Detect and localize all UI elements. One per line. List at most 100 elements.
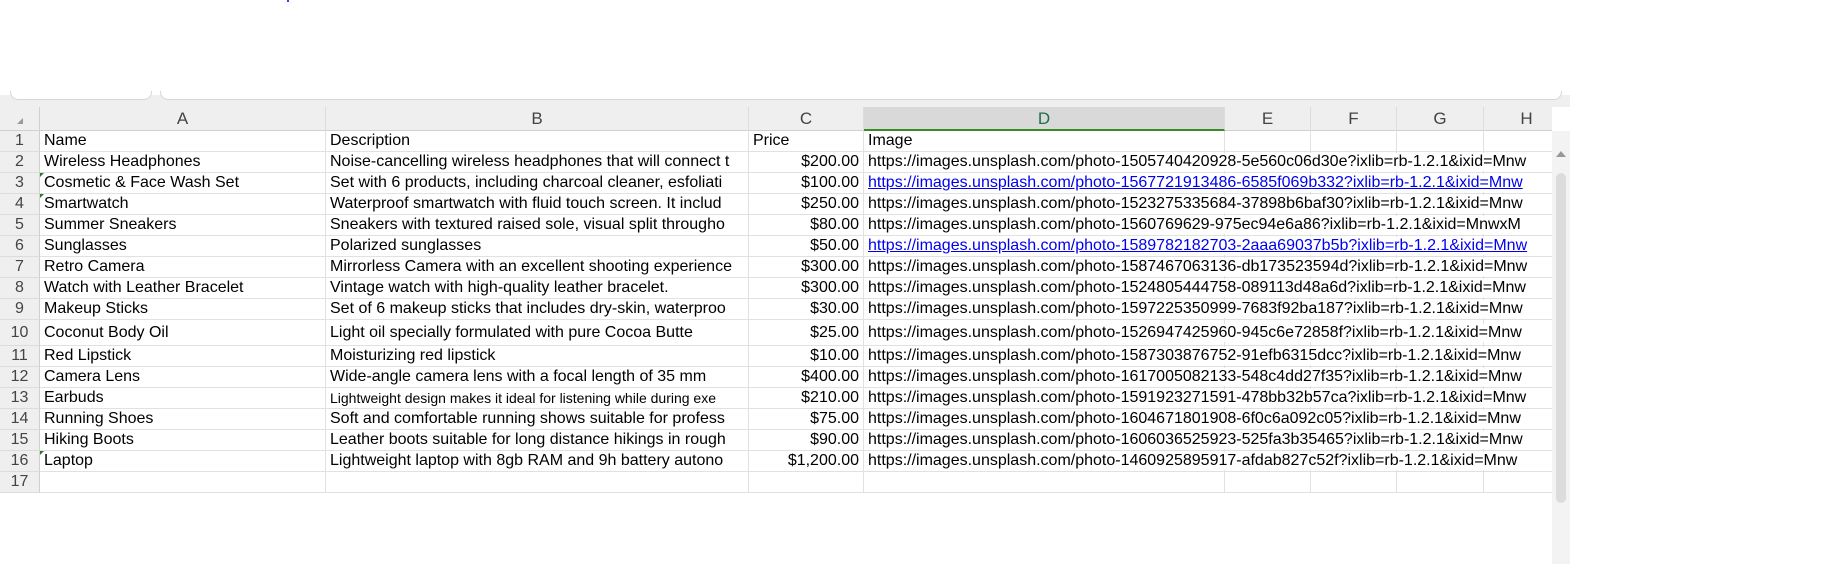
- cell-image[interactable]: https://images.unsplash.com/photo-152327…: [864, 194, 1523, 215]
- row-header[interactable]: 13: [0, 388, 40, 409]
- column-header-f[interactable]: F: [1311, 107, 1397, 131]
- cell-price[interactable]: $400.00: [749, 367, 864, 388]
- cell-price[interactable]: $100.00: [749, 173, 864, 194]
- image-text[interactable]: https://images.unsplash.com/photo-158978…: [868, 237, 1528, 255]
- cell-image[interactable]: https://images.unsplash.com/photo-159722…: [864, 299, 1523, 320]
- column-header-a[interactable]: A: [40, 107, 326, 131]
- cell-name[interactable]: Red Lipstick: [40, 346, 326, 367]
- cell-description[interactable]: Soft and comfortable running shows suita…: [326, 409, 749, 430]
- cell-name[interactable]: Sunglasses: [40, 236, 326, 257]
- cell-image[interactable]: [864, 472, 1225, 493]
- cell-name[interactable]: Earbuds: [40, 388, 326, 409]
- cell-name[interactable]: Watch with Leather Bracelet: [40, 278, 326, 299]
- cell-name[interactable]: Summer Sneakers: [40, 215, 326, 236]
- cell-description[interactable]: Lightweight laptop with 8gb RAM and 9h b…: [326, 451, 749, 472]
- cell-description[interactable]: [326, 472, 749, 493]
- select-all-button[interactable]: [0, 107, 40, 131]
- cell-image[interactable]: https://images.unsplash.com/photo-158978…: [864, 236, 1528, 257]
- cell-price[interactable]: $1,200.00: [749, 451, 864, 472]
- cell-description[interactable]: Noise-cancelling wireless headphones tha…: [326, 152, 749, 173]
- cell-name[interactable]: Makeup Sticks: [40, 299, 326, 320]
- row-header[interactable]: 11: [0, 346, 40, 367]
- cell-description[interactable]: Mirrorless Camera with an excellent shoo…: [326, 257, 749, 278]
- cell-image[interactable]: https://images.unsplash.com/photo-156772…: [864, 173, 1523, 194]
- cell-empty[interactable]: [1225, 472, 1311, 493]
- cell-description[interactable]: Vintage watch with high-quality leather …: [326, 278, 749, 299]
- cell-description[interactable]: Waterproof smartwatch with fluid touch s…: [326, 194, 749, 215]
- cell-price[interactable]: [749, 472, 864, 493]
- cell-name[interactable]: Wireless Headphones: [40, 152, 326, 173]
- cell-empty[interactable]: [1484, 131, 1552, 152]
- cell-image[interactable]: https://images.unsplash.com/photo-146092…: [864, 451, 1518, 472]
- cell-price[interactable]: Price: [749, 131, 864, 152]
- column-header-e[interactable]: E: [1225, 107, 1311, 131]
- row-header[interactable]: 4: [0, 194, 40, 215]
- column-header-c[interactable]: C: [749, 107, 864, 131]
- cell-image[interactable]: https://images.unsplash.com/photo-158746…: [864, 257, 1528, 278]
- cell-image[interactable]: https://images.unsplash.com/photo-158730…: [864, 346, 1521, 367]
- scroll-up-icon[interactable]: [1556, 151, 1566, 157]
- row-header[interactable]: 17: [0, 472, 40, 493]
- column-header-d[interactable]: D: [864, 107, 1225, 131]
- cell-description[interactable]: Sneakers with textured raised sole, visu…: [326, 215, 749, 236]
- cell-price[interactable]: $90.00: [749, 430, 864, 451]
- cell-description[interactable]: Light oil specially formulated with pure…: [326, 320, 749, 346]
- cell-description[interactable]: Set with 6 products, including charcoal …: [326, 173, 749, 194]
- row-header[interactable]: 5: [0, 215, 40, 236]
- cell-name[interactable]: Coconut Body Oil: [40, 320, 326, 346]
- row-header[interactable]: 2: [0, 152, 40, 173]
- scrollbar-thumb[interactable]: [1556, 173, 1566, 503]
- row-header[interactable]: 12: [0, 367, 40, 388]
- cell-name[interactable]: Camera Lens: [40, 367, 326, 388]
- cell-empty[interactable]: [1225, 131, 1311, 152]
- column-header-g[interactable]: G: [1397, 107, 1484, 131]
- cell-empty[interactable]: [1311, 472, 1397, 493]
- spreadsheet-grid[interactable]: A B C D E F G H 1 Name Description Price Image 2 Wirel…: [0, 107, 1552, 564]
- cell-image[interactable]: Image: [864, 131, 1225, 152]
- cell-empty[interactable]: [1311, 131, 1397, 152]
- cell-empty[interactable]: [1397, 131, 1484, 152]
- column-header-b[interactable]: B: [326, 107, 749, 131]
- cell-image[interactable]: https://images.unsplash.com/photo-160603…: [864, 430, 1523, 451]
- cell-name[interactable]: Laptop: [40, 451, 326, 472]
- cell-price[interactable]: $300.00: [749, 257, 864, 278]
- vertical-scrollbar[interactable]: [1552, 131, 1570, 564]
- cell-image[interactable]: https://images.unsplash.com/photo-156076…: [864, 215, 1521, 236]
- cell-image[interactable]: https://images.unsplash.com/photo-159192…: [864, 388, 1527, 409]
- cell-empty[interactable]: [1484, 472, 1552, 493]
- cell-description[interactable]: Moisturizing red lipstick: [326, 346, 749, 367]
- cell-price[interactable]: $10.00: [749, 346, 864, 367]
- cell-price[interactable]: $25.00: [749, 320, 864, 346]
- cell-price[interactable]: $80.00: [749, 215, 864, 236]
- cell-price[interactable]: $75.00: [749, 409, 864, 430]
- cell-name[interactable]: Cosmetic & Face Wash Set: [40, 173, 326, 194]
- cell-description[interactable]: Polarized sunglasses: [326, 236, 749, 257]
- cell-price[interactable]: $30.00: [749, 299, 864, 320]
- cell-image[interactable]: https://images.unsplash.com/photo-150574…: [864, 152, 1527, 173]
- row-header[interactable]: 14: [0, 409, 40, 430]
- cell-description[interactable]: Wide-angle camera lens with a focal leng…: [326, 367, 749, 388]
- row-header[interactable]: 7: [0, 257, 40, 278]
- cell-price[interactable]: $210.00: [749, 388, 864, 409]
- row-header[interactable]: 9: [0, 299, 40, 320]
- row-header[interactable]: 10: [0, 320, 40, 346]
- cell-price[interactable]: $250.00: [749, 194, 864, 215]
- cell-name[interactable]: Hiking Boots: [40, 430, 326, 451]
- cell-description[interactable]: Lightweight design makes it ideal for li…: [326, 388, 749, 409]
- cell-name[interactable]: Running Shoes: [40, 409, 326, 430]
- column-header-h[interactable]: H: [1484, 107, 1552, 131]
- image-text[interactable]: https://images.unsplash.com/photo-156772…: [868, 174, 1523, 192]
- cell-empty[interactable]: [1397, 472, 1484, 493]
- cell-name[interactable]: [40, 472, 326, 493]
- cell-image[interactable]: https://images.unsplash.com/photo-152694…: [864, 320, 1522, 346]
- cell-price[interactable]: $50.00: [749, 236, 864, 257]
- cell-name[interactable]: Retro Camera: [40, 257, 326, 278]
- cell-price[interactable]: $300.00: [749, 278, 864, 299]
- cell-image[interactable]: https://images.unsplash.com/photo-161700…: [864, 367, 1522, 388]
- row-header[interactable]: 1: [0, 131, 40, 152]
- cell-description[interactable]: Leather boots suitable for long distance…: [326, 430, 749, 451]
- row-header[interactable]: 16: [0, 451, 40, 472]
- cell-description[interactable]: Description: [326, 131, 749, 152]
- cell-image[interactable]: https://images.unsplash.com/photo-160467…: [864, 409, 1521, 430]
- cell-price[interactable]: $200.00: [749, 152, 864, 173]
